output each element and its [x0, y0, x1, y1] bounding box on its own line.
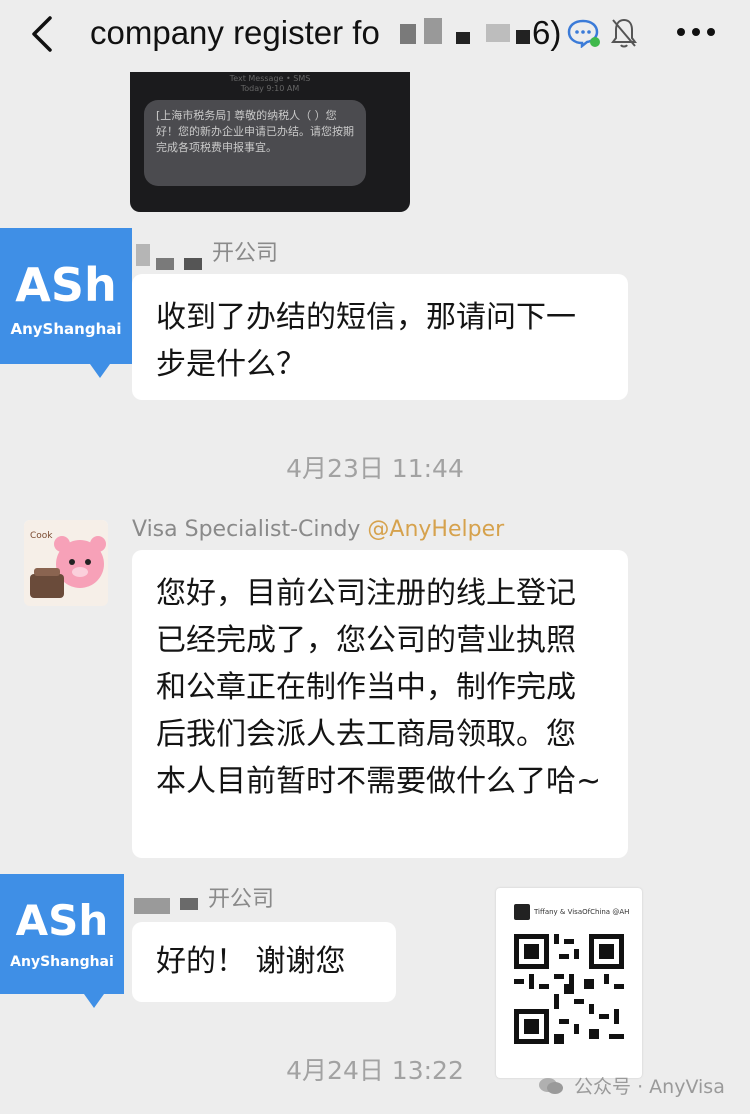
sender-name: 开公司 — [208, 886, 274, 914]
redacted-name-block — [136, 244, 150, 266]
message-text: 收到了办结的短信，那请问下一步是什么？ — [156, 300, 576, 382]
avatar-tail — [84, 994, 104, 1008]
avatar[interactable]: Cook — [24, 520, 108, 606]
redacted-title-block — [486, 24, 510, 42]
qr-owner-name: Tiffany & VisaOfChina @AH — [534, 908, 630, 916]
watermark-text: 公众号 · AnyVisa — [574, 1076, 725, 1098]
redacted-title-block — [516, 30, 530, 44]
sms-meta-time: Today 9:10 AM — [240, 84, 300, 93]
timestamp: 4月23日 11:44 — [286, 454, 464, 483]
pink-bear-avatar-icon: Cook — [24, 520, 108, 606]
more-icon[interactable] — [676, 26, 716, 38]
chat-title: company register fo — [90, 12, 590, 54]
sender-name: 开公司 — [212, 240, 278, 268]
redacted-name-block — [184, 258, 202, 270]
chat-header: company register fo 6) — [0, 0, 750, 72]
chat-title-end: 6) — [532, 14, 562, 51]
svg-text:Cook: Cook — [30, 531, 53, 541]
sms-meta-type: Text Message • SMS — [229, 74, 311, 83]
sms-text: [上海市税务局] 尊敬的纳税人（ ）您好！您的新办企业申请已办结。请您按期完成各… — [156, 109, 354, 154]
sender-name: Visa Specialist-Cindy @AnyHelper — [132, 516, 504, 544]
back-icon[interactable] — [28, 14, 56, 54]
ash-logo: ASh — [15, 258, 117, 312]
wechat-icon — [539, 1078, 563, 1094]
sms-bubble: [上海市税务局] 尊敬的纳税人（ ）您好！您的新办企业申请已办结。请您按期完成各… — [144, 100, 366, 186]
mute-bell-icon[interactable] — [610, 16, 638, 50]
avatar[interactable]: ASh AnyShanghai — [0, 874, 124, 994]
avatar[interactable]: ASh AnyShanghai — [0, 228, 132, 364]
chat-icon[interactable] — [566, 18, 600, 48]
ash-subtitle: AnyShanghai — [10, 954, 114, 970]
message-text: 好的！ 谢谢您 — [156, 944, 346, 979]
redacted-name-block — [156, 258, 174, 270]
avatar-tail — [90, 364, 110, 378]
qr-owner-avatar — [514, 904, 530, 920]
redacted-name-block — [134, 898, 170, 914]
chat-title-text: company register fo — [90, 14, 380, 51]
message-bubble[interactable]: 好的！ 谢谢您 — [132, 922, 396, 1002]
qr-code-icon — [514, 934, 624, 1044]
sender-name-text: Visa Specialist-Cindy — [132, 517, 361, 542]
qr-code-card[interactable]: Tiffany & VisaOfChina @AH ​ — [496, 888, 642, 1078]
message-bubble[interactable]: 您好，目前公司注册的线上登记已经完成了，您公司的营业执照和公章正在制作当中，制作… — [132, 550, 628, 858]
message-bubble[interactable]: 收到了办结的短信，那请问下一步是什么？ — [132, 274, 628, 400]
redacted-title-block — [400, 24, 416, 44]
ash-logo: ASh — [15, 896, 109, 945]
redacted-title-block — [456, 32, 470, 44]
sms-screenshot-image[interactable]: Text Message • SMS Today 9:10 AM [上海市税务局… — [130, 72, 410, 212]
ash-subtitle: AnyShanghai — [10, 320, 122, 338]
redacted-title-block — [424, 18, 442, 44]
sender-name-text: 开公司 — [212, 241, 279, 266]
message-text: 您好，目前公司注册的线上登记已经完成了，您公司的营业执照和公章正在制作当中，制作… — [156, 576, 602, 799]
redacted-name-block — [180, 898, 198, 910]
sms-meta: Text Message • SMS Today 9:10 AM — [130, 74, 410, 94]
mention-tag[interactable]: @AnyHelper — [367, 517, 504, 542]
sender-name-text: 开公司 — [208, 887, 275, 912]
watermark: 公众号 · AnyVisa — [538, 1072, 725, 1099]
